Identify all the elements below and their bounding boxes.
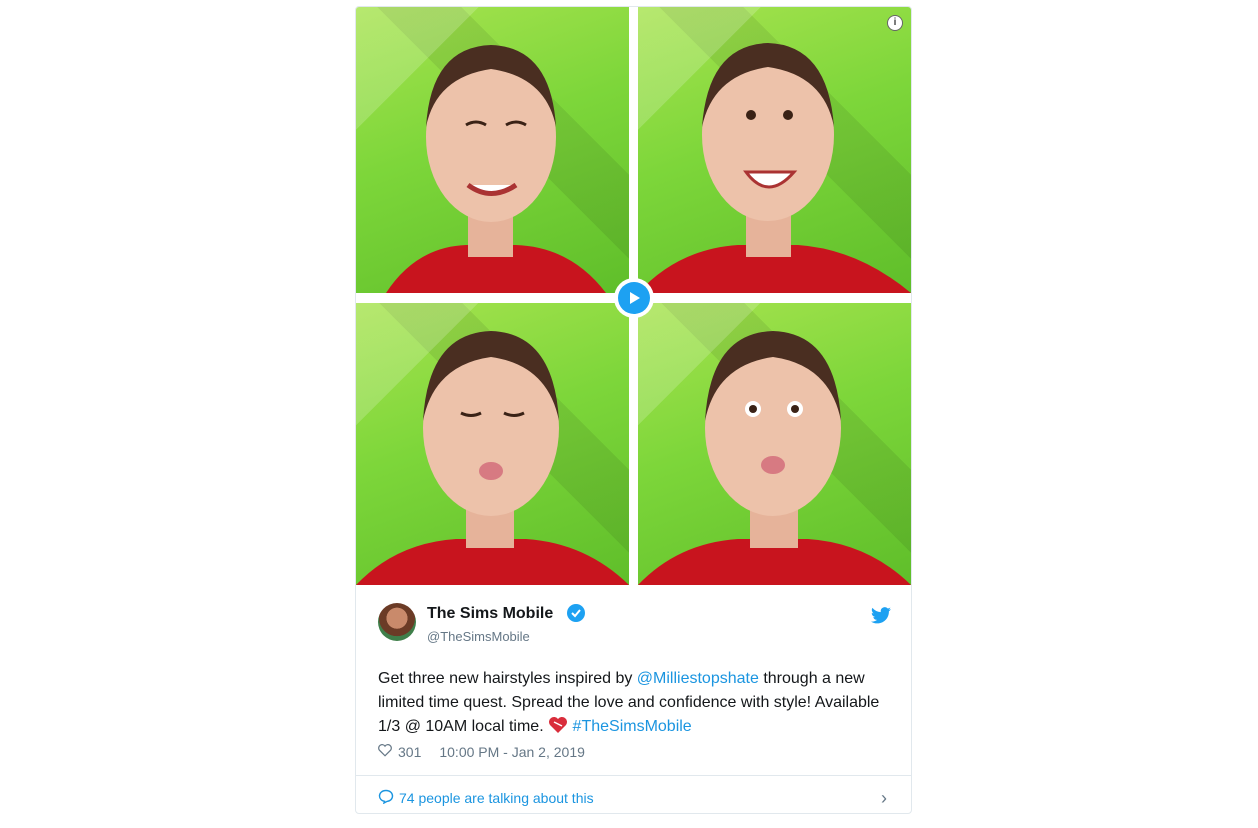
info-icon[interactable]: i <box>887 15 903 31</box>
tweet-card[interactable]: i The Sims Mobile @TheSimsMobile Get thr… <box>355 6 912 814</box>
chevron-right-icon[interactable]: › <box>881 788 887 809</box>
mention-link[interactable]: @Milliestopshate <box>637 670 759 687</box>
like-count[interactable]: 301 <box>398 744 421 760</box>
media-grid[interactable]: i <box>356 7 911 585</box>
avatar[interactable] <box>378 603 416 641</box>
talking-count[interactable]: 74 people are talking about this <box>399 790 594 806</box>
media-tile-kiss-eyes-closed[interactable] <box>356 303 629 585</box>
portrait-image <box>356 331 629 585</box>
timestamp[interactable]: 10:00 PM - Jan 2, 2019 <box>439 744 585 760</box>
display-name[interactable]: The Sims Mobile <box>427 605 553 623</box>
conversation-link[interactable]: 74 people are talking about this <box>378 789 594 807</box>
heart-emoji-icon <box>548 716 568 742</box>
play-button[interactable] <box>614 278 654 318</box>
verified-badge-icon <box>567 604 585 622</box>
heart-icon[interactable] <box>378 744 392 760</box>
play-icon <box>618 282 650 314</box>
media-tile-smile[interactable] <box>356 7 629 293</box>
portrait-image <box>638 43 911 293</box>
media-tile-kiss-eyes-open[interactable] <box>638 303 911 585</box>
portrait-image <box>386 45 606 293</box>
tweet-body: The Sims Mobile @TheSimsMobile Get three… <box>356 585 911 813</box>
portrait-image <box>638 331 911 585</box>
twitter-bird-icon[interactable] <box>871 607 891 629</box>
tweet-text-part1: Get three new hairstyles inspired by <box>378 670 637 687</box>
comment-icon <box>378 789 394 807</box>
hashtag-link[interactable]: #TheSimsMobile <box>573 718 692 735</box>
divider <box>356 775 911 776</box>
tweet-text: Get three new hairstyles inspired by @Mi… <box>378 667 893 742</box>
handle[interactable]: @TheSimsMobile <box>427 629 530 644</box>
tweet-meta: 301 10:00 PM - Jan 2, 2019 <box>378 744 585 760</box>
media-tile-laugh[interactable]: i <box>638 7 911 293</box>
